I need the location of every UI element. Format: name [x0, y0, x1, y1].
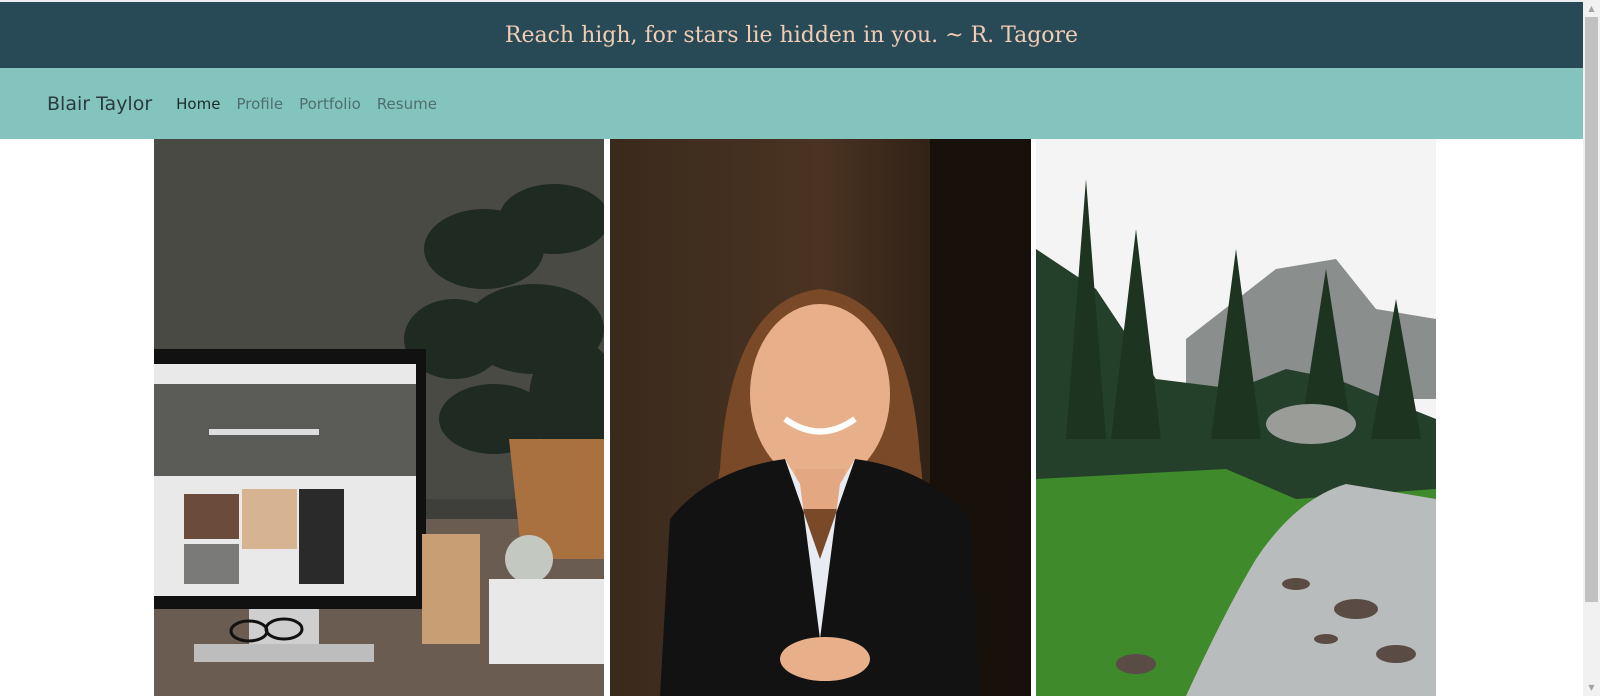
quote-text: Reach high, for stars lie hidden in you.…	[504, 22, 1079, 48]
scroll-up-arrow-icon[interactable]: ▲	[1583, 0, 1600, 17]
desk-workspace-photo	[154, 139, 604, 696]
scroll-down-arrow-icon[interactable]: ▼	[1583, 679, 1600, 696]
quote-banner: Reach high, for stars lie hidden in you.…	[0, 2, 1583, 68]
scrollbar-thumb[interactable]	[1585, 17, 1598, 602]
mountain-stream-photo	[1036, 139, 1436, 696]
portrait-photo	[610, 139, 1031, 696]
nav-link-resume[interactable]: Resume	[377, 95, 437, 113]
brand-link[interactable]: Blair Taylor	[47, 93, 152, 115]
vertical-scrollbar[interactable]: ▲ ▼	[1583, 0, 1600, 696]
navbar: Blair Taylor Home Profile Portfolio Resu…	[0, 68, 1583, 139]
nav-links: Home Profile Portfolio Resume	[176, 95, 437, 113]
nav-link-home[interactable]: Home	[176, 95, 220, 113]
page: Reach high, for stars lie hidden in you.…	[0, 0, 1600, 696]
viewport: Reach high, for stars lie hidden in you.…	[0, 0, 1583, 696]
nav-link-portfolio[interactable]: Portfolio	[299, 95, 361, 113]
nav-link-profile[interactable]: Profile	[236, 95, 283, 113]
photo-gallery	[154, 139, 1436, 696]
